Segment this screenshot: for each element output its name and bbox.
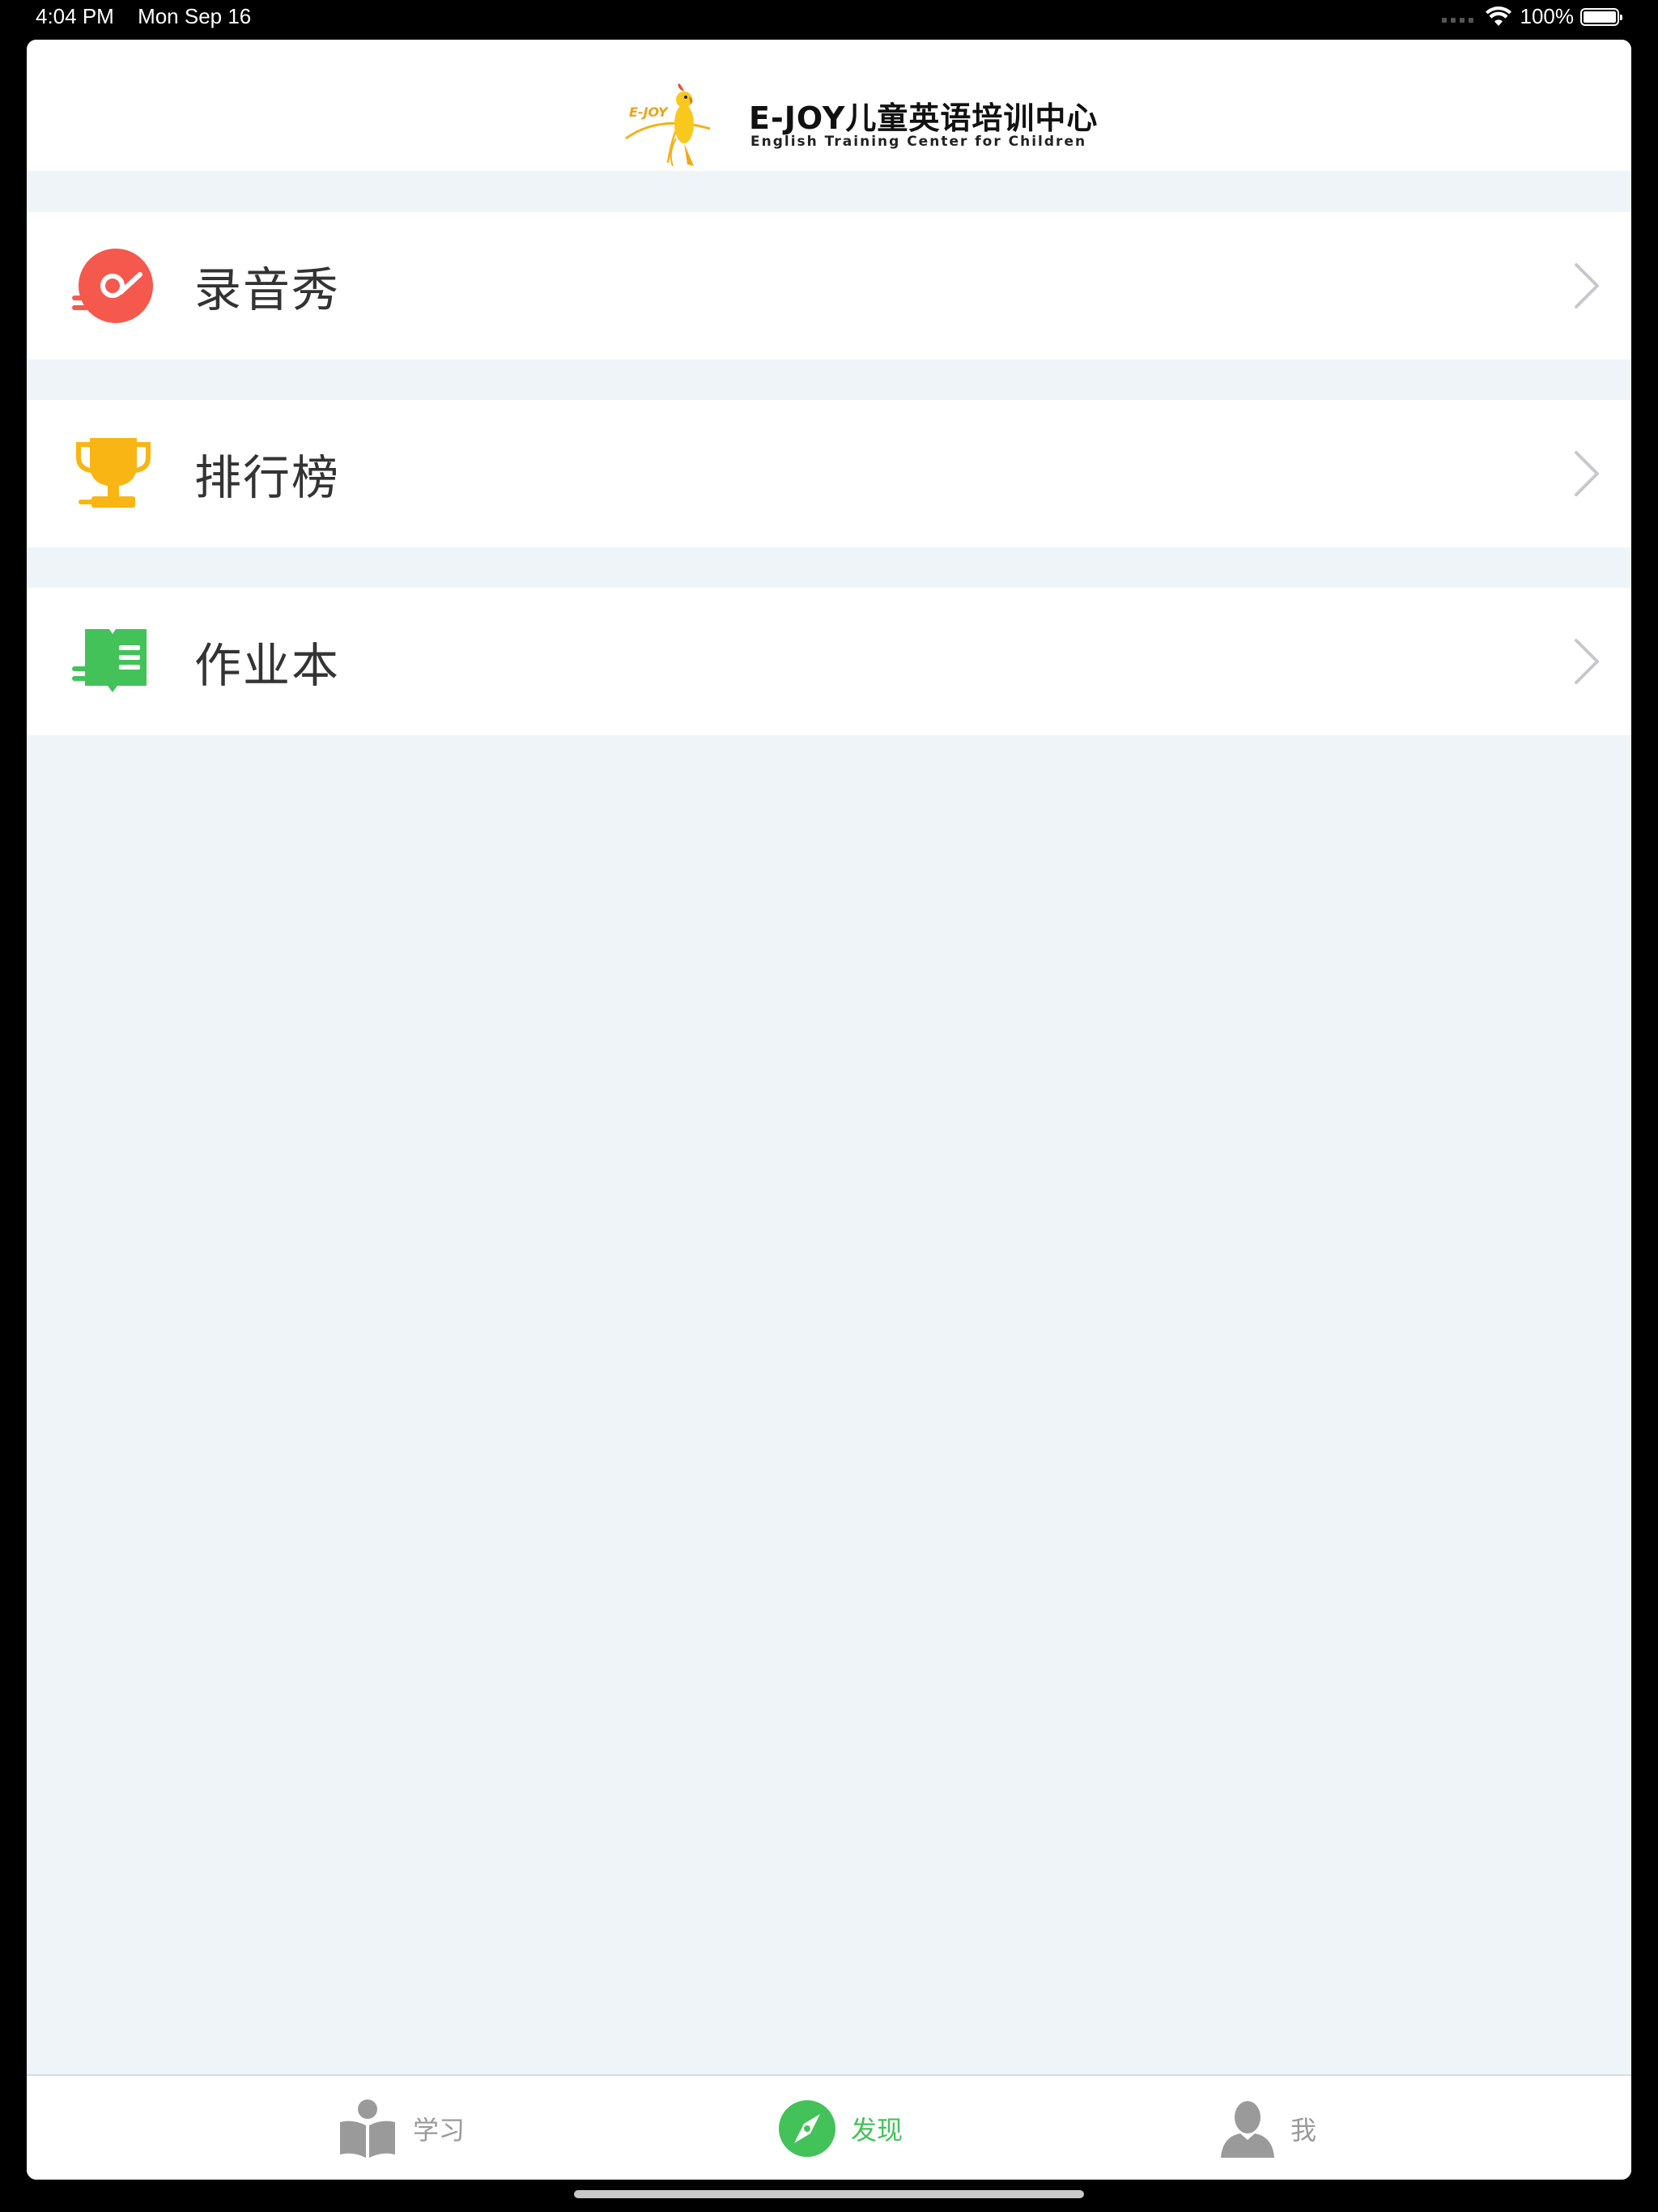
chevron-right-icon bbox=[1575, 639, 1599, 684]
menu-item-leaderboard[interactable]: 排行榜 bbox=[27, 400, 1631, 547]
header: E-JOY E-JOY儿童英语培训中心 English Training Cen… bbox=[27, 40, 1631, 171]
wifi-icon bbox=[1485, 6, 1511, 26]
tab-discover[interactable]: 发现 bbox=[778, 2076, 903, 2180]
tab-bar: 学习 发现 我 bbox=[27, 2074, 1631, 2180]
menu-item-label: 作业本 bbox=[194, 638, 341, 693]
compass-icon bbox=[779, 2100, 835, 2157]
logo-mini-text: E-JOY bbox=[629, 104, 668, 120]
status-time: 4:04 PM bbox=[36, 4, 114, 28]
battery-icon bbox=[1580, 7, 1622, 26]
menu-item-recording-show[interactable]: 录音秀 bbox=[27, 212, 1631, 359]
tab-label: 发现 bbox=[851, 2115, 903, 2146]
status-right: 100% bbox=[1441, 4, 1622, 29]
menu-item-homework[interactable]: 作业本 bbox=[27, 588, 1631, 735]
parrot-logo-icon bbox=[625, 83, 711, 167]
status-left: 4:04 PM Mon Sep 16 bbox=[36, 4, 269, 29]
battery-percent: 100% bbox=[1520, 4, 1575, 28]
record-disc-icon bbox=[72, 249, 153, 323]
home-indicator[interactable] bbox=[574, 2190, 1084, 2198]
tab-study[interactable]: 学习 bbox=[337, 2076, 465, 2180]
tab-me[interactable]: 我 bbox=[1219, 2076, 1316, 2180]
logo-title: E-JOY儿童英语培训中心 bbox=[749, 100, 1099, 136]
trophy-icon bbox=[76, 438, 151, 508]
reading-icon bbox=[340, 2099, 395, 2158]
menu-item-label: 排行榜 bbox=[194, 450, 341, 505]
cellular-signal-icon bbox=[1441, 17, 1473, 23]
brand-logo: E-JOY E-JOY儿童英语培训中心 English Training Cen… bbox=[619, 82, 1097, 171]
user-icon bbox=[1221, 2101, 1274, 2158]
status-date: Mon Sep 16 bbox=[138, 4, 252, 28]
chevron-right-icon bbox=[1575, 263, 1599, 308]
status-bar: 4:04 PM Mon Sep 16 100% bbox=[0, 0, 1658, 37]
logo-subtitle: English Training Center for Children bbox=[750, 134, 1087, 150]
tab-label: 学习 bbox=[413, 2115, 466, 2146]
app-window: E-JOY E-JOY儿童英语培训中心 English Training Cen… bbox=[27, 40, 1631, 2180]
chevron-right-icon bbox=[1575, 451, 1599, 496]
tab-label: 我 bbox=[1290, 2115, 1317, 2146]
menu-item-label: 录音秀 bbox=[194, 262, 341, 317]
homework-book-icon bbox=[72, 629, 147, 692]
